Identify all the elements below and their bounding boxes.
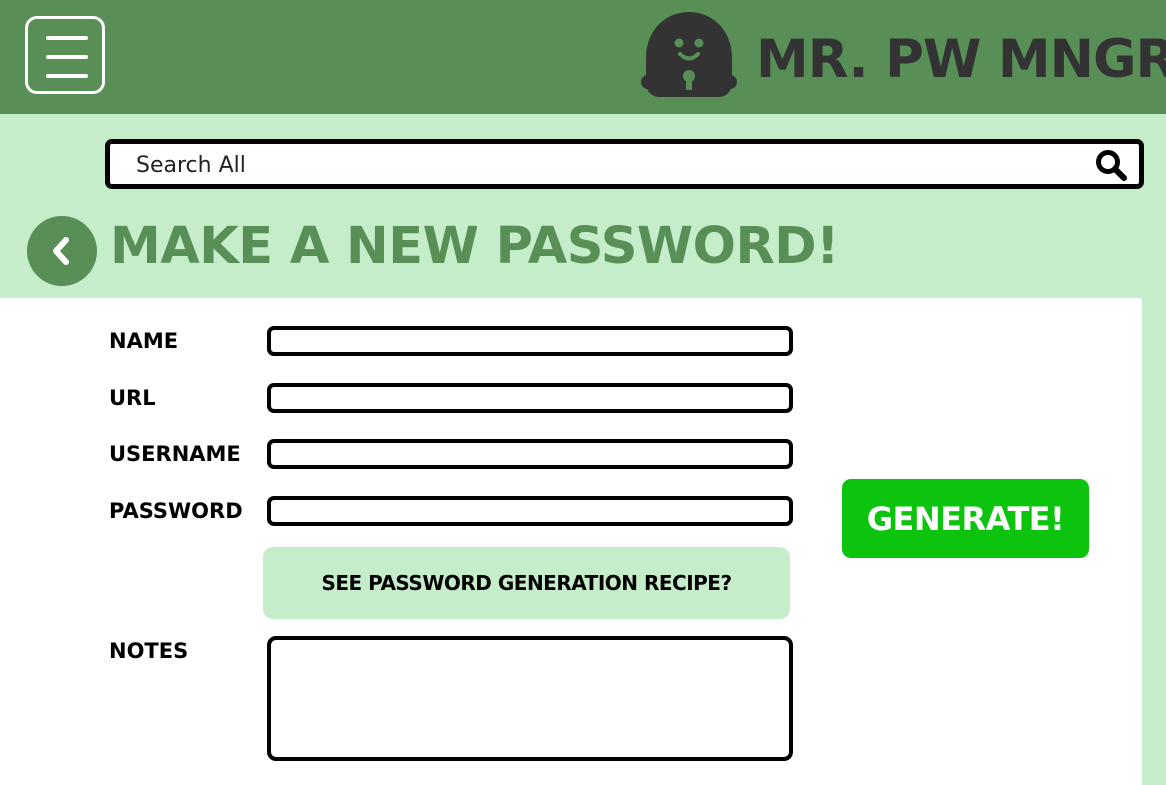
back-button[interactable] <box>27 216 97 286</box>
scrollbar-track[interactable] <box>1142 298 1166 785</box>
search-icon[interactable] <box>1095 149 1127 181</box>
url-field[interactable] <box>267 383 793 413</box>
chevron-left-icon <box>53 237 69 265</box>
page-title: MAKE A NEW PASSWORD! <box>110 217 839 276</box>
username-label: USERNAME <box>109 442 241 466</box>
name-field[interactable] <box>267 326 793 356</box>
hamburger-menu-icon-bar <box>46 74 88 78</box>
hamburger-menu-icon <box>46 36 88 40</box>
name-label: NAME <box>109 329 179 353</box>
search-input[interactable] <box>134 150 1078 180</box>
notes-field[interactable] <box>267 636 793 761</box>
padlock-mascot-logo-icon <box>641 12 737 97</box>
see-generation-recipe-button[interactable]: SEE PASSWORD GENERATION RECIPE? <box>263 547 790 619</box>
hamburger-menu-icon-bar <box>46 55 88 59</box>
search-bar[interactable] <box>105 139 1144 189</box>
generate-button[interactable]: GENERATE! <box>842 479 1089 558</box>
menu-button[interactable] <box>25 16 105 94</box>
username-field[interactable] <box>267 439 793 469</box>
notes-label: NOTES <box>109 639 189 663</box>
app-title: MR. PW MNGR <box>756 29 1166 90</box>
password-field[interactable] <box>267 496 793 526</box>
password-label: PASSWORD <box>109 499 243 523</box>
app-header: MR. PW MNGR <box>0 0 1166 114</box>
url-label: URL <box>109 386 156 410</box>
